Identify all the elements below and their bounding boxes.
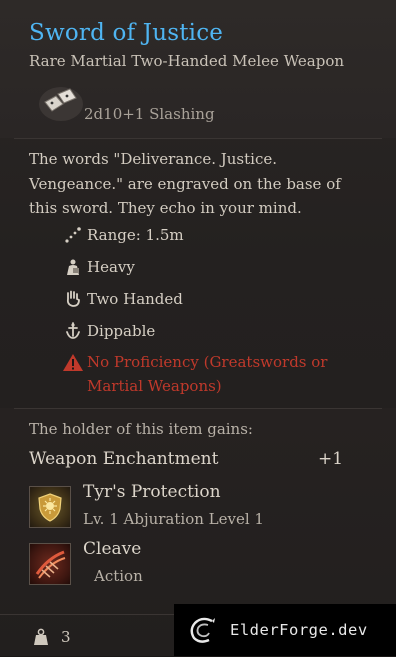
skill-name[interactable]: Tyr's Protection [83, 482, 221, 502]
divider [14, 408, 382, 409]
item-description: The words "Deliverance. Justice. Vengean… [29, 150, 341, 217]
two-handed-icon [62, 288, 84, 310]
enchantment-value: +1 [318, 449, 344, 469]
shield-sun-icon[interactable] [29, 486, 71, 528]
bonus-heading: The holder of this item gains: [29, 420, 253, 438]
dragon-logo-icon [190, 617, 215, 643]
warning-text: No Proficiency (Greatswords or Martial W… [87, 353, 328, 395]
property-label: Dippable [87, 322, 156, 340]
damage-value: 2d10+1 Slashing [84, 105, 215, 123]
heavy-icon [62, 256, 84, 278]
cleave-icon[interactable] [29, 543, 71, 585]
weight-icon [34, 628, 48, 645]
weight-value: 3 [61, 628, 71, 646]
item-title: Sword of Justice [29, 20, 224, 46]
skill-meta: Lv. 1 Abjuration Level 1 [83, 510, 264, 528]
property-label: Range: 1.5m [87, 226, 184, 244]
range-icon [62, 224, 84, 246]
watermark: ElderForge.dev [174, 604, 396, 656]
item-tooltip: Sword of Justice Rare Martial Two-Handed… [0, 0, 396, 656]
property-label: Two Handed [87, 290, 183, 308]
property-heavy: Heavy [62, 255, 135, 279]
watermark-text: ElderForge.dev [230, 621, 368, 639]
enchantment-label: Weapon Enchantment [29, 449, 219, 469]
item-type: Rare Martial Two-Handed Melee Weapon [29, 52, 345, 70]
dice-icon [39, 87, 83, 121]
property-dippable: Dippable [62, 319, 155, 343]
proficiency-warning: No Proficiency (Greatswords or Martial W… [62, 350, 362, 398]
property-label: Heavy [87, 258, 135, 276]
property-two-handed: Two Handed [62, 287, 183, 311]
property-range: Range: 1.5m [62, 223, 184, 247]
skill-meta: Action [94, 567, 143, 585]
dippable-icon [62, 320, 84, 342]
divider [14, 138, 382, 139]
warning-icon [63, 354, 83, 371]
skill-name[interactable]: Cleave [83, 539, 141, 559]
